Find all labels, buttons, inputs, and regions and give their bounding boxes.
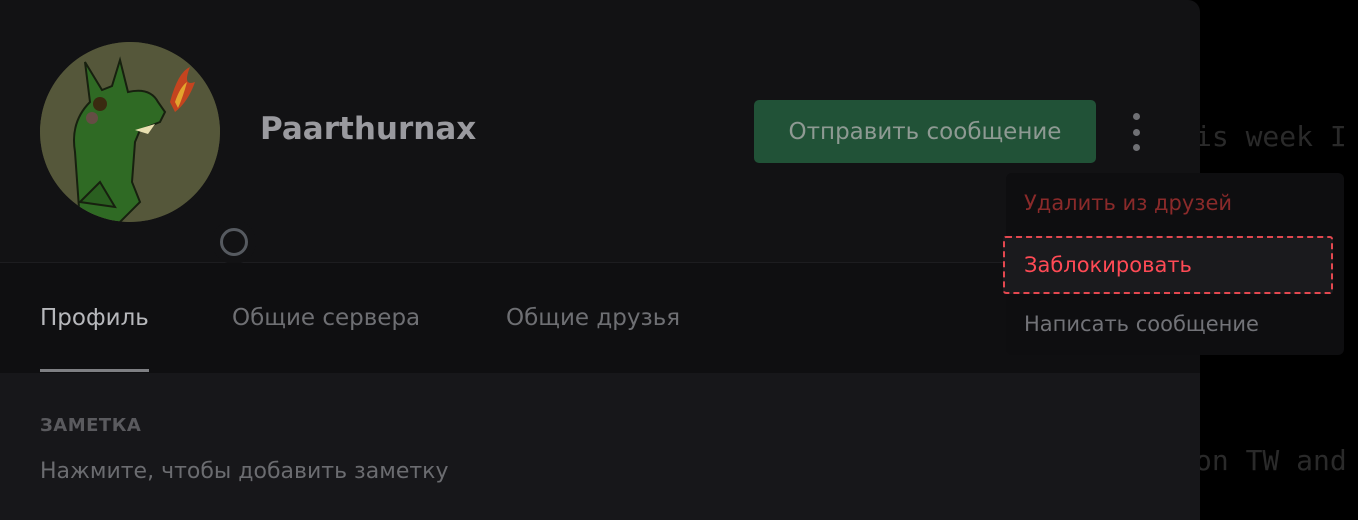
menu-item-send-message[interactable]: Написать сообщение: [1006, 298, 1344, 350]
menu-item-block[interactable]: Заблокировать: [1003, 236, 1333, 294]
username: Paarthurnax: [260, 111, 477, 147]
context-menu: Удалить из друзей Заблокировать Написать…: [1003, 173, 1344, 355]
menu-item-remove-friend[interactable]: Удалить из друзей: [1006, 177, 1344, 229]
profile-body: ЗАМЕТКА Нажмите, чтобы добавить заметку: [0, 373, 1200, 520]
dot: [1132, 144, 1140, 151]
dragon-avatar-image: [40, 42, 220, 222]
tab-mutual-servers[interactable]: Общие сервера: [232, 305, 420, 369]
tab-profile[interactable]: Профиль: [40, 305, 149, 372]
background-text-line: is week I: [1195, 120, 1347, 153]
dot: [1132, 113, 1140, 120]
dot: [1132, 128, 1140, 136]
note-title: ЗАМЕТКА: [40, 415, 142, 436]
avatar[interactable]: [40, 42, 220, 222]
tab-mutual-friends[interactable]: Общие друзья: [506, 305, 680, 369]
note-input[interactable]: Нажмите, чтобы добавить заметку: [40, 459, 448, 484]
status-indicator: [212, 220, 256, 264]
background-text-line: on TW and: [1195, 444, 1347, 477]
avatar-container: [40, 42, 256, 264]
screen: is week I on TW and Paarthurnax Отправит…: [0, 0, 1358, 520]
more-vertical-icon[interactable]: [1122, 113, 1150, 151]
send-message-button[interactable]: Отправить сообщение: [754, 100, 1096, 163]
